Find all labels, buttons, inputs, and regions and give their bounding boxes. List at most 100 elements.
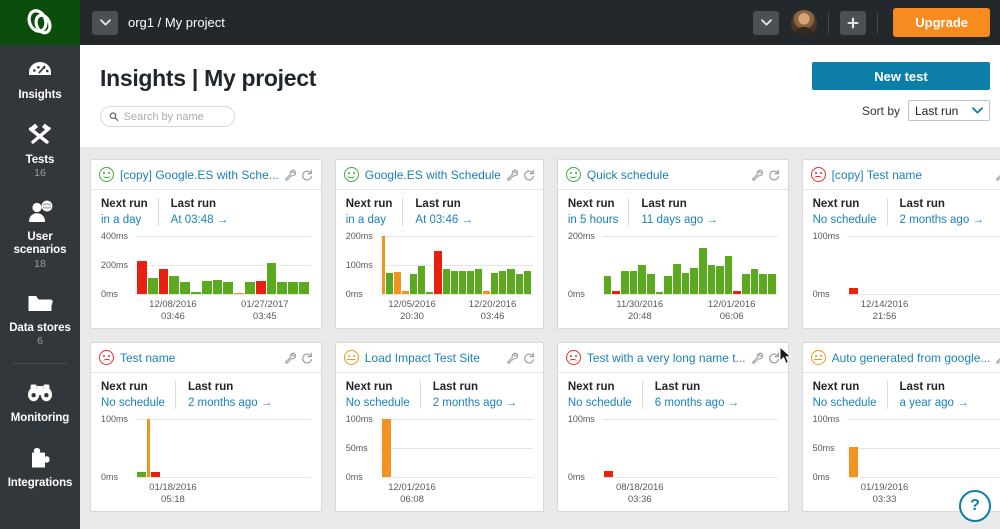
next-run-block: Next run in a day <box>346 198 403 226</box>
card-title[interactable]: Google.ES with Schedule <box>365 168 501 182</box>
next-run-value[interactable]: in a day <box>101 214 148 226</box>
avatar[interactable] <box>791 9 818 36</box>
sidebar-item-tests[interactable]: Tests 16 <box>0 110 80 188</box>
card-settings-button[interactable] <box>284 169 296 181</box>
test-card[interactable]: Test with a very long name t... Next run N… <box>556 342 789 512</box>
sidebar-item-count: 16 <box>34 167 46 180</box>
help-button[interactable]: ? <box>959 490 991 522</box>
card-settings-button[interactable] <box>506 169 518 181</box>
card-settings-button[interactable] <box>284 352 296 364</box>
last-run-value[interactable]: 11 days ago → <box>641 214 718 226</box>
chart-bar <box>223 281 234 294</box>
chart-bar <box>393 272 401 294</box>
search-box[interactable] <box>100 106 235 127</box>
next-run-label: Next run <box>567 198 615 210</box>
chart-bar <box>244 282 255 294</box>
card-settings-button[interactable] <box>995 169 1000 181</box>
last-run-value[interactable]: At 03:48 → <box>171 214 229 226</box>
refresh-icon <box>524 352 534 363</box>
next-run-value[interactable]: in a day <box>346 214 393 226</box>
chart-bar <box>458 270 466 294</box>
chart-bar <box>137 472 146 477</box>
card-refresh-button[interactable] <box>768 352 780 364</box>
x-axis-start-label: 08/18/2016 03:36 <box>616 482 664 505</box>
last-run-value[interactable]: 6 months ago → <box>655 397 739 409</box>
next-run-label: Next run <box>101 381 148 393</box>
y-axis-tick: 100ms <box>345 414 373 424</box>
test-card[interactable]: Google.ES with Schedule Next run in a day L… <box>334 159 544 329</box>
x-axis-start-label: 12/14/2016 21:56 <box>860 299 909 322</box>
card-run-info: Next run in 5 hours Last run 11 days ago → <box>558 190 788 228</box>
card-header: Quick schedule <box>557 160 788 190</box>
x-axis-end-label <box>686 482 778 506</box>
search-input[interactable] <box>123 110 226 123</box>
card-settings-button[interactable] <box>751 169 763 181</box>
last-run-label: Last run <box>187 381 234 393</box>
user-menu-button[interactable] <box>753 10 780 35</box>
card-refresh-button[interactable] <box>301 352 313 364</box>
next-run-value[interactable]: No schedule <box>568 397 632 409</box>
test-card[interactable]: Auto generated from google... Next run No … <box>801 342 1000 512</box>
card-title[interactable]: Quick schedule <box>587 168 746 182</box>
next-run-value[interactable]: No schedule <box>346 397 410 409</box>
test-card[interactable]: [copy] Google.ES with Sche... Next run in … <box>90 159 322 329</box>
test-card[interactable]: Quick schedule Next run in 5 hours Last run… <box>556 159 789 329</box>
sort-select[interactable]: Last run <box>908 100 990 121</box>
next-run-value[interactable]: No schedule <box>813 397 877 409</box>
project-switcher-button[interactable] <box>92 10 118 35</box>
card-run-info: Next run No schedule Last run 2 months ago … <box>336 373 543 411</box>
next-run-value[interactable]: No schedule <box>813 214 877 226</box>
test-card[interactable]: [copy] Test name Next run No schedule Last … <box>801 159 1000 329</box>
card-settings-button[interactable] <box>751 352 763 364</box>
card-refresh-button[interactable] <box>301 169 313 181</box>
last-run-block: Last run a year ago → <box>886 381 979 409</box>
x-axis-labels: 12/08/2016 03:46 01/27/2017 03:45 <box>101 299 311 323</box>
last-run-label: Last run <box>170 198 217 210</box>
card-title[interactable]: Test name <box>120 351 279 365</box>
next-run-block: Next run No schedule <box>346 381 420 409</box>
card-refresh-button[interactable] <box>523 352 535 364</box>
gauge-icon <box>23 55 57 85</box>
status-face-icon <box>343 350 359 365</box>
card-title[interactable]: Auto generated from google... <box>832 351 991 365</box>
loadimpact-logo-icon <box>27 8 52 34</box>
last-run-value[interactable]: 2 months ago → <box>900 214 984 226</box>
breadcrumb[interactable]: org1 / My project <box>128 15 225 30</box>
last-run-value[interactable]: a year ago → <box>900 397 969 409</box>
card-run-info: Next run No schedule Last run 2 months ago … <box>91 373 321 411</box>
sidebar-item-integrations[interactable]: Integrations <box>0 433 80 498</box>
card-refresh-button[interactable] <box>768 169 780 181</box>
card-title[interactable]: Load Impact Test Site <box>365 351 501 365</box>
y-axis-tick: 50ms <box>345 443 368 453</box>
add-button[interactable] <box>840 10 867 35</box>
last-run-value[interactable]: 2 months ago → <box>433 397 517 409</box>
sidebar-item-data-stores[interactable]: Data stores 6 <box>0 278 80 356</box>
last-run-value[interactable]: At 03:46 → <box>415 214 473 226</box>
card-title[interactable]: [copy] Test name <box>832 168 991 182</box>
new-test-button[interactable]: New test <box>812 62 990 90</box>
card-settings-button[interactable] <box>995 352 1000 364</box>
sidebar-item-insights[interactable]: Insights <box>0 45 80 110</box>
test-card[interactable]: Load Impact Test Site Next run No schedule… <box>334 342 544 512</box>
gridline <box>135 477 311 478</box>
upgrade-button[interactable]: Upgrade <box>893 8 990 37</box>
card-refresh-button[interactable] <box>523 169 535 181</box>
next-run-value[interactable]: in 5 hours <box>568 214 619 226</box>
sidebar-item-user-scenarios[interactable]: User scenarios 18 <box>0 187 80 277</box>
last-run-value[interactable]: 2 months ago → <box>188 397 272 409</box>
test-card[interactable]: Test name Next run No schedule Last run 2 mo… <box>90 342 322 512</box>
chart-bar <box>707 265 716 294</box>
divider <box>877 11 879 34</box>
chart-bar <box>523 270 531 294</box>
card-title[interactable]: [copy] Google.ES with Sche... <box>120 168 279 182</box>
app-logo[interactable] <box>0 0 80 45</box>
card-title[interactable]: Test with a very long name t... <box>587 351 746 365</box>
sidebar-item-monitoring[interactable]: Monitoring <box>0 368 80 433</box>
status-face-icon <box>810 167 826 182</box>
chart-bar <box>690 267 698 294</box>
card-settings-button[interactable] <box>506 352 518 364</box>
chart-bars <box>137 236 309 294</box>
x-axis-labels: 12/05/2016 20:30 12/20/2016 03:46 <box>346 299 533 323</box>
next-run-value[interactable]: No schedule <box>101 397 165 409</box>
card-header: [copy] Test name <box>802 160 1000 190</box>
